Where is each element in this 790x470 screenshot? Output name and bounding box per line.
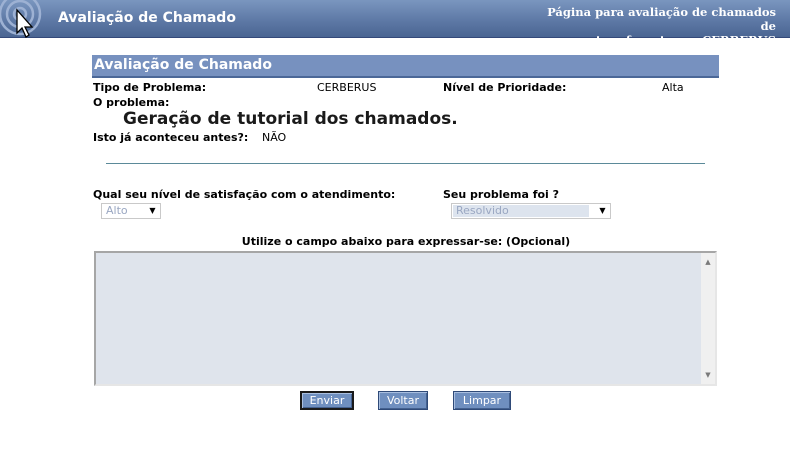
top-banner: Avaliação de Chamado Página para avaliaç… [0, 0, 790, 47]
banner-title: Avaliação de Chamado [58, 10, 236, 26]
priority-value: Alta [662, 81, 684, 94]
comment-textarea[interactable]: ▲ ▼ [94, 251, 717, 386]
scroll-up-icon[interactable]: ▲ [701, 255, 715, 269]
satisfaction-label: Qual seu nível de satisfação com o atend… [93, 188, 396, 201]
problem-type-label: Tipo de Problema: [93, 81, 207, 94]
banner-subtitle-line1: Página para avaliação de chamados de [547, 5, 776, 33]
clear-button[interactable]: Limpar [453, 391, 511, 410]
comment-label: Utilize o campo abaixo para expressar-se… [241, 235, 571, 248]
submit-button[interactable]: Enviar [300, 391, 354, 410]
banner-subtitle: Página para avaliação de chamados de sup… [546, 5, 776, 47]
logo-icon [0, 0, 48, 38]
satisfaction-select[interactable]: Alto ▼ [101, 203, 161, 219]
problem-type-value: CERBERUS [317, 81, 377, 94]
priority-label: Nível de Prioridade: [443, 81, 567, 94]
problem-status-select[interactable]: Resolvido ▼ [451, 203, 611, 219]
divider [106, 163, 705, 164]
problem-description: Geração de tutorial dos chamados. [123, 109, 458, 129]
satisfaction-select-value: Alto [106, 204, 128, 217]
banner-subtitle-line2: suporte referentes ao CERBERUS [559, 33, 776, 47]
chevron-down-icon[interactable]: ▼ [595, 204, 610, 218]
textarea-scrollbar[interactable]: ▲ ▼ [701, 253, 715, 384]
chevron-down-icon[interactable]: ▼ [145, 204, 160, 218]
scroll-down-icon[interactable]: ▼ [701, 368, 715, 382]
section-header: Avaliação de Chamado [92, 55, 719, 78]
problem-label: O problema: [93, 96, 170, 109]
problem-status-select-value: Resolvido [456, 204, 509, 217]
back-button[interactable]: Voltar [378, 391, 428, 410]
happened-before-value: NÃO [262, 131, 287, 144]
happened-before-label: Isto já aconteceu antes?: [93, 131, 249, 144]
problem-status-label: Seu problema foi ? [443, 188, 560, 201]
